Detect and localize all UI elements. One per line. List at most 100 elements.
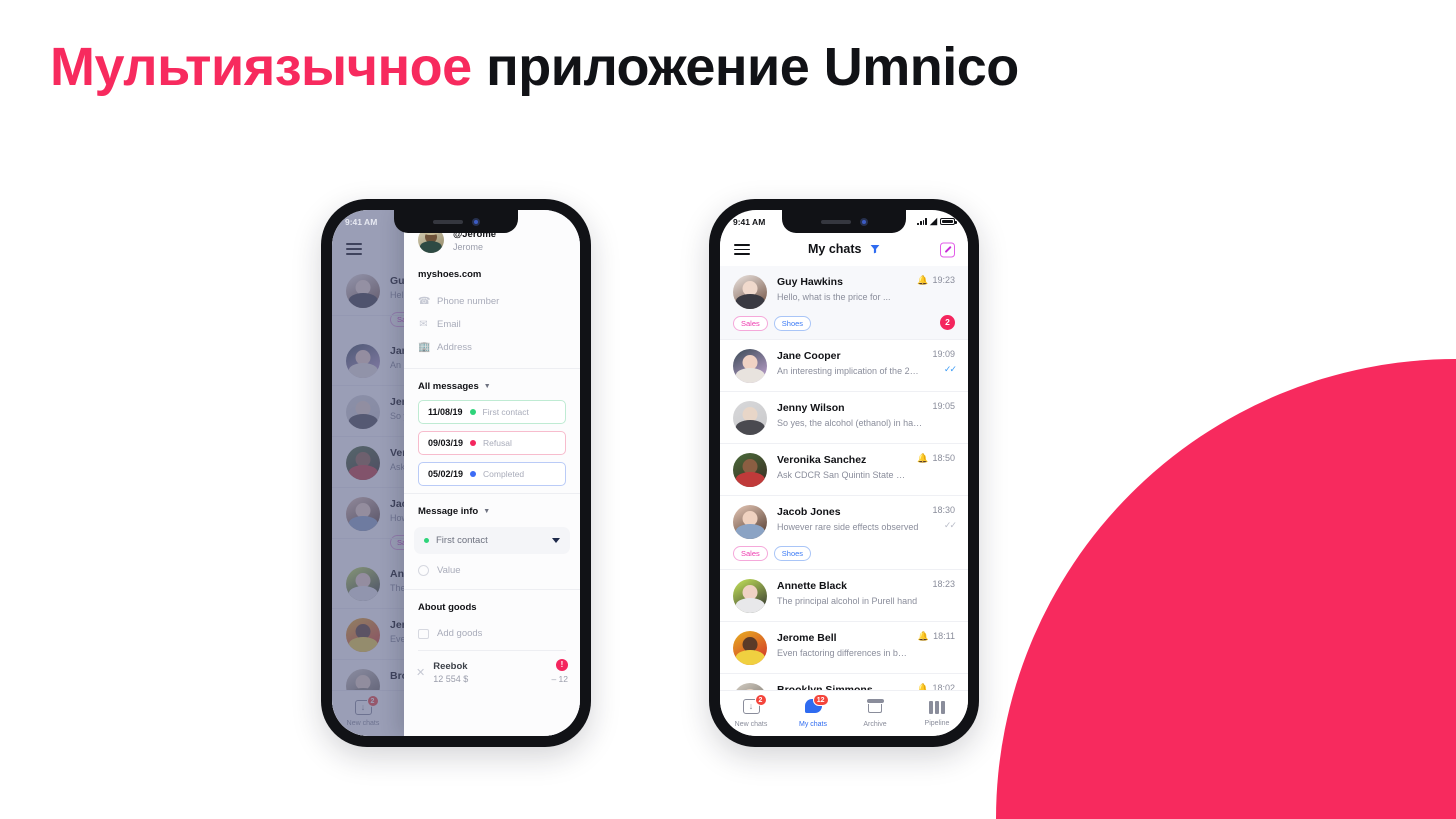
section-title: All messages bbox=[418, 381, 479, 392]
status-indicators: ◢ bbox=[917, 216, 957, 226]
product-row[interactable]: ✕ Reebok 12 554 $ – 12 bbox=[404, 655, 580, 694]
profile-website[interactable]: myshoes.com bbox=[404, 265, 580, 290]
chat-bubble-icon: 12 bbox=[804, 694, 829, 716]
phone-notch bbox=[394, 210, 518, 233]
chat-text: Jacob Jones However rare side effects obs… bbox=[777, 505, 922, 539]
chat-row[interactable]: Jenny Wilson So yes, the alcohol (ethanol… bbox=[720, 392, 968, 444]
field-email[interactable]: ✉ Email bbox=[404, 313, 580, 336]
chat-row[interactable]: Veronika Sanchez Ask CDCR San Quintin Sta… bbox=[720, 444, 968, 496]
cellular-signal-icon bbox=[917, 218, 928, 225]
status-dot bbox=[470, 440, 477, 446]
field-address[interactable]: 🏢 Address bbox=[404, 336, 580, 359]
nav-item-my-chats[interactable]: 12 My chats bbox=[782, 694, 844, 728]
product-info: Reebok 12 554 $ bbox=[433, 661, 543, 684]
hamburger-icon[interactable] bbox=[734, 241, 750, 258]
battery-icon bbox=[940, 218, 957, 225]
building-icon: 🏢 bbox=[418, 342, 431, 353]
chat-row-main: Brooklyn Simmons 🔔 18:02 bbox=[733, 683, 955, 690]
status-select[interactable]: First contact bbox=[414, 527, 570, 554]
message-date-chip[interactable]: 09/03/19 Refusal bbox=[418, 431, 566, 455]
avatar bbox=[733, 505, 767, 539]
message-preview: So yes, the alcohol (ethanol) in hand bbox=[777, 418, 923, 428]
circle-icon bbox=[418, 565, 429, 576]
nav-badge: 12 bbox=[812, 694, 829, 706]
chat-row[interactable]: Jerome Bell Even factoring differences in… bbox=[720, 622, 968, 674]
filter-funnel-icon[interactable] bbox=[870, 243, 880, 257]
message-date-chip[interactable]: 11/08/19 First contact bbox=[418, 400, 566, 424]
chevron-down-icon: ▼ bbox=[483, 383, 491, 390]
contact-name: Jane Cooper bbox=[777, 350, 841, 362]
remove-icon[interactable]: ✕ bbox=[416, 666, 425, 679]
chat-row-meta: 19:05 bbox=[932, 401, 955, 435]
box-icon bbox=[418, 628, 429, 639]
product-price: 12 554 $ bbox=[433, 674, 469, 684]
chat-row-main: Guy Hawkins Hello, what is the price for … bbox=[733, 275, 955, 309]
chat-list[interactable]: Guy Hawkins Hello, what is the price for … bbox=[720, 266, 968, 690]
nav-item-pipeline[interactable]: Pipeline bbox=[906, 700, 968, 727]
time-row: 18:30 bbox=[932, 505, 955, 515]
nav-label: Pipeline bbox=[924, 720, 950, 727]
message-preview: Hello, what is the price for ... bbox=[777, 292, 891, 302]
nav-item-archive[interactable]: Archive bbox=[844, 699, 906, 728]
product-quantity: – 12 bbox=[551, 674, 568, 684]
timestamp: 18:02 bbox=[932, 683, 955, 690]
tag[interactable]: Sales bbox=[733, 316, 768, 331]
contact-name: Jerome Bell bbox=[777, 632, 837, 644]
error-badge: ! bbox=[556, 659, 568, 671]
all-messages-section-header[interactable]: All messages ▼ bbox=[404, 369, 580, 400]
page-title-my-chats: My chats bbox=[720, 242, 968, 257]
wifi-icon: ◢ bbox=[930, 216, 937, 226]
decorative-pink-circle bbox=[996, 359, 1456, 819]
nav-item-new-chats[interactable]: 2 New chats bbox=[720, 694, 782, 728]
field-phone-number[interactable]: ☎ Phone number bbox=[404, 290, 580, 313]
contact-name: Jenny Wilson bbox=[777, 402, 845, 414]
chat-row[interactable]: Guy Hawkins Hello, what is the price for … bbox=[720, 266, 968, 340]
compose-pencil-icon[interactable] bbox=[940, 242, 955, 257]
timestamp: 18:11 bbox=[933, 631, 955, 641]
message-info-section-header[interactable]: Message info ▼ bbox=[404, 494, 580, 525]
chat-text: Brooklyn Simmons bbox=[777, 683, 907, 690]
message-date-chip[interactable]: 05/02/19 Completed bbox=[418, 462, 566, 486]
read-receipt-icon: ✓✓ bbox=[943, 364, 957, 374]
tag[interactable]: Shoes bbox=[773, 546, 812, 561]
chat-row[interactable]: Annette Black The principal alcohol in Pu… bbox=[720, 570, 968, 622]
avatar bbox=[733, 579, 767, 613]
chat-row[interactable]: Jane Cooper An interesting implication of… bbox=[720, 340, 968, 392]
front-camera-icon bbox=[859, 217, 868, 226]
avatar bbox=[733, 275, 767, 309]
pipeline-columns-icon bbox=[929, 700, 945, 717]
tag[interactable]: Sales bbox=[733, 546, 768, 561]
field-label: Address bbox=[437, 342, 472, 353]
front-camera-icon bbox=[471, 217, 480, 226]
chat-row[interactable]: Brooklyn Simmons 🔔 18:02 bbox=[720, 674, 968, 690]
nav-label: My chats bbox=[798, 721, 827, 728]
detail-panel-scroll[interactable]: @Jerome Jerome myshoes.com ☎ Phone numbe… bbox=[404, 210, 580, 736]
timestamp: 18:30 bbox=[932, 505, 955, 515]
inbox-tray-icon: 2 bbox=[742, 694, 767, 716]
phone-notch bbox=[782, 210, 906, 233]
chip-status: Refusal bbox=[483, 438, 512, 448]
avatar bbox=[733, 683, 767, 690]
chevron-down-icon bbox=[552, 538, 560, 543]
timestamp: 19:23 bbox=[932, 275, 955, 285]
nav-label: Archive bbox=[863, 721, 887, 728]
slide-canvas: Мультиязычное приложение Umnico Guy Hawk… bbox=[0, 0, 1456, 819]
field-label: Email bbox=[437, 319, 461, 330]
header-title-text: My chats bbox=[808, 242, 862, 257]
notification-bell-icon: 🔔 bbox=[917, 274, 929, 285]
tag[interactable]: Shoes bbox=[773, 316, 812, 331]
status-value: First contact bbox=[436, 535, 488, 546]
chat-row-meta: 18:23 bbox=[932, 579, 955, 613]
chat-row-main: Jane Cooper An interesting implication of… bbox=[733, 349, 957, 383]
value-field[interactable]: Value bbox=[404, 554, 580, 580]
chat-row[interactable]: Jacob Jones However rare side effects obs… bbox=[720, 496, 968, 570]
status-time: 9:41 AM bbox=[345, 216, 378, 227]
chat-row-main: Jacob Jones However rare side effects obs… bbox=[733, 505, 957, 539]
add-goods-button[interactable]: Add goods bbox=[404, 621, 580, 646]
message-preview: Ask CDCR San Quintin State Prison bbox=[777, 470, 908, 480]
chat-row-main: Jenny Wilson So yes, the alcohol (ethanol… bbox=[733, 401, 955, 435]
chip-date: 09/03/19 bbox=[428, 438, 464, 448]
avatar bbox=[733, 349, 767, 383]
unread-badge: 2 bbox=[940, 315, 955, 330]
contact-name: Annette Black bbox=[777, 580, 848, 592]
